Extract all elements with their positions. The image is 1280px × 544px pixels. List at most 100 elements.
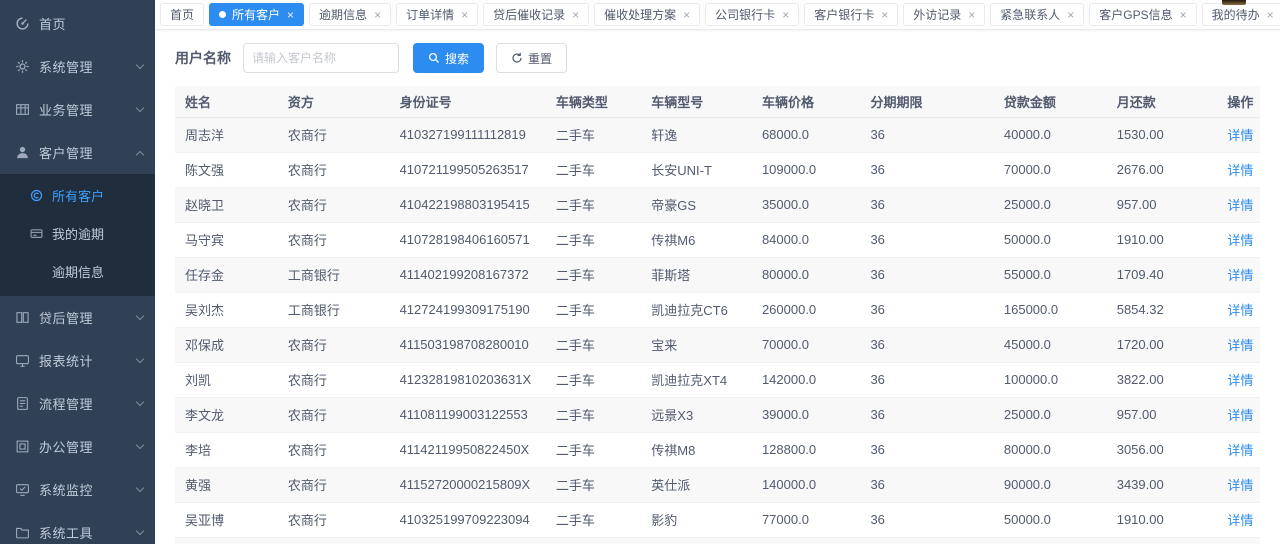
cell-funder: 农商行 [288,362,400,397]
sidebar-item-monitoring[interactable]: 系统监控 [0,468,155,511]
sidebar-item-post-loan[interactable]: 贷后管理 [0,296,155,339]
search-button[interactable]: 搜索 [413,43,484,73]
cell-monthly_payment: 1910.00 [1117,502,1228,537]
table-row: 陈文强农商行410721199505263517二手车长安UNI-T109000… [175,152,1260,187]
close-icon[interactable]: × [968,9,975,21]
close-icon[interactable]: × [1267,9,1274,21]
chevron-down-icon [136,441,144,449]
table-row: 吴刘杰工商银行412724199309175190二手车凯迪拉克CT626000… [175,292,1260,327]
detail-link[interactable]: 详情 [1227,408,1253,423]
reset-button[interactable]: 重置 [496,43,567,73]
tab-客户GPS信息[interactable]: 客户GPS信息× [1089,3,1196,26]
tab-我的待办[interactable]: 我的待办× [1202,3,1280,26]
detail-link[interactable]: 详情 [1227,198,1253,213]
customer-name-input[interactable] [243,43,399,73]
app-root: 首页系统管理业务管理客户管理所有客户我的逾期逾期信息贷后管理报表统计流程管理办公… [0,0,1280,544]
sidebar-subitem-my-overdue[interactable]: 我的逾期 [0,214,155,252]
close-icon[interactable]: × [1067,9,1074,21]
detail-link[interactable]: 详情 [1227,268,1253,283]
sidebar-item-tools[interactable]: 系统工具 [0,511,155,544]
cell-term [870,537,1003,544]
close-icon[interactable]: × [572,9,579,21]
detail-link[interactable]: 详情 [1227,513,1253,528]
tab-逾期信息[interactable]: 逾期信息× [309,3,391,26]
cell-id_number: 412724199309175190 [400,292,556,327]
detail-link[interactable]: 详情 [1227,303,1253,318]
office-icon [15,439,30,454]
cell-id_number: 41142119950822450X [400,432,556,467]
chevron-down-icon [136,104,144,112]
detail-link[interactable]: 详情 [1227,338,1253,353]
cell-term: 36 [870,117,1003,152]
close-icon[interactable]: × [881,9,888,21]
cell-vehicle_price: 70000.0 [762,327,871,362]
detail-link[interactable]: 详情 [1227,128,1253,143]
sidebar-item-process[interactable]: 流程管理 [0,382,155,425]
table-row: 马守宾农商行410728198406160571二手车传祺M684000.036… [175,222,1260,257]
flow-icon [15,396,30,411]
tab-订单详情[interactable]: 订单详情× [396,3,478,26]
sidebar-subitem-all-customers[interactable]: 所有客户 [0,176,155,214]
tab-紧急联系人[interactable]: 紧急联系人 × [990,3,1084,26]
cell-loan_amount: 40000.0 [1004,117,1117,152]
tab-label: 紧急联系人 [1000,6,1060,23]
cell-name: 李培 [175,432,288,467]
cell-term: 36 [870,362,1003,397]
sidebar-item-system[interactable]: 系统管理 [0,45,155,88]
detail-link[interactable]: 详情 [1227,163,1253,178]
sidebar-item-customers[interactable]: 客户管理 [0,131,155,174]
sidebar-item-business[interactable]: 业务管理 [0,88,155,131]
close-icon[interactable]: × [683,9,690,21]
sidebar-item-reports[interactable]: 报表统计 [0,339,155,382]
tab-所有客户[interactable]: 所有客户× [209,3,304,26]
sidebar-subitem-label: 所有客户 [52,186,104,205]
grid-icon [15,102,30,117]
table-row: 黄强农商行41152720000215809X二手车英仕派140000.0369… [175,467,1260,502]
cell-term: 36 [870,327,1003,362]
cell-vehicle_price: 84000.0 [762,222,871,257]
cell-id_number: 411503198708280010 [400,327,556,362]
tab-贷后催收记录[interactable]: 贷后催收记录× [483,3,589,26]
tab-公司银行卡[interactable]: 公司银行卡× [705,3,799,26]
close-icon[interactable]: × [461,9,468,21]
tab-客户银行卡[interactable]: 客户银行卡× [804,3,898,26]
cell-term: 36 [870,187,1003,222]
detail-link[interactable]: 详情 [1227,373,1253,388]
table-row: 李培农商行41142119950822450X二手车传祺M8128800.036… [175,432,1260,467]
chevron-down-icon [136,398,144,406]
detail-link[interactable]: 详情 [1227,443,1253,458]
cell-loan_amount: 45000.0 [1004,327,1117,362]
cell-loan_amount: 100000.0 [1004,362,1117,397]
tab-催收处理方案[interactable]: 催收处理方案× [594,3,700,26]
tab-外访记录[interactable]: 外访记录× [903,3,985,26]
detail-link[interactable]: 详情 [1227,233,1253,248]
close-icon[interactable]: × [287,9,294,21]
tab-首页[interactable]: 首页 [160,3,204,26]
cell-funder: 农商行 [288,467,400,502]
cell-funder: 农商行 [288,502,400,537]
tab-bar: 首页所有客户×逾期信息×订单详情×贷后催收记录×催收处理方案×公司银行卡×客户银… [155,0,1280,30]
close-icon[interactable]: × [1180,9,1187,21]
cell-vehicle_price: 142000.0 [762,362,871,397]
close-icon[interactable]: × [374,9,381,21]
sidebar-item-label: 流程管理 [39,394,137,413]
tools-icon [15,525,30,540]
cell-vehicle_type: 二手车 [556,467,651,502]
cell-loan_amount: 50000.0 [1004,222,1117,257]
cell-vehicle_model: 英仕派 [651,467,762,502]
cell-actions: 详情 [1227,187,1260,222]
sidebar-item-home[interactable]: 首页 [0,2,155,45]
cell-vehicle_type: 二手车 [556,362,651,397]
cell-vehicle_price: 39000.0 [762,397,871,432]
sidebar-subitem-overdue-info[interactable]: 逾期信息 [0,252,155,290]
chevron-down-icon [136,527,144,535]
cell-funder: 工商银行 [288,292,400,327]
cell-term: 36 [870,222,1003,257]
cell-id_number [400,537,556,544]
detail-link[interactable]: 详情 [1227,478,1253,493]
dashboard-icon [15,16,30,31]
table-row: 周志洋农商行410327199111112819二手车轩逸68000.03640… [175,117,1260,152]
avatar-image[interactable] [1222,0,1246,5]
sidebar-item-office[interactable]: 办公管理 [0,425,155,468]
close-icon[interactable]: × [782,9,789,21]
